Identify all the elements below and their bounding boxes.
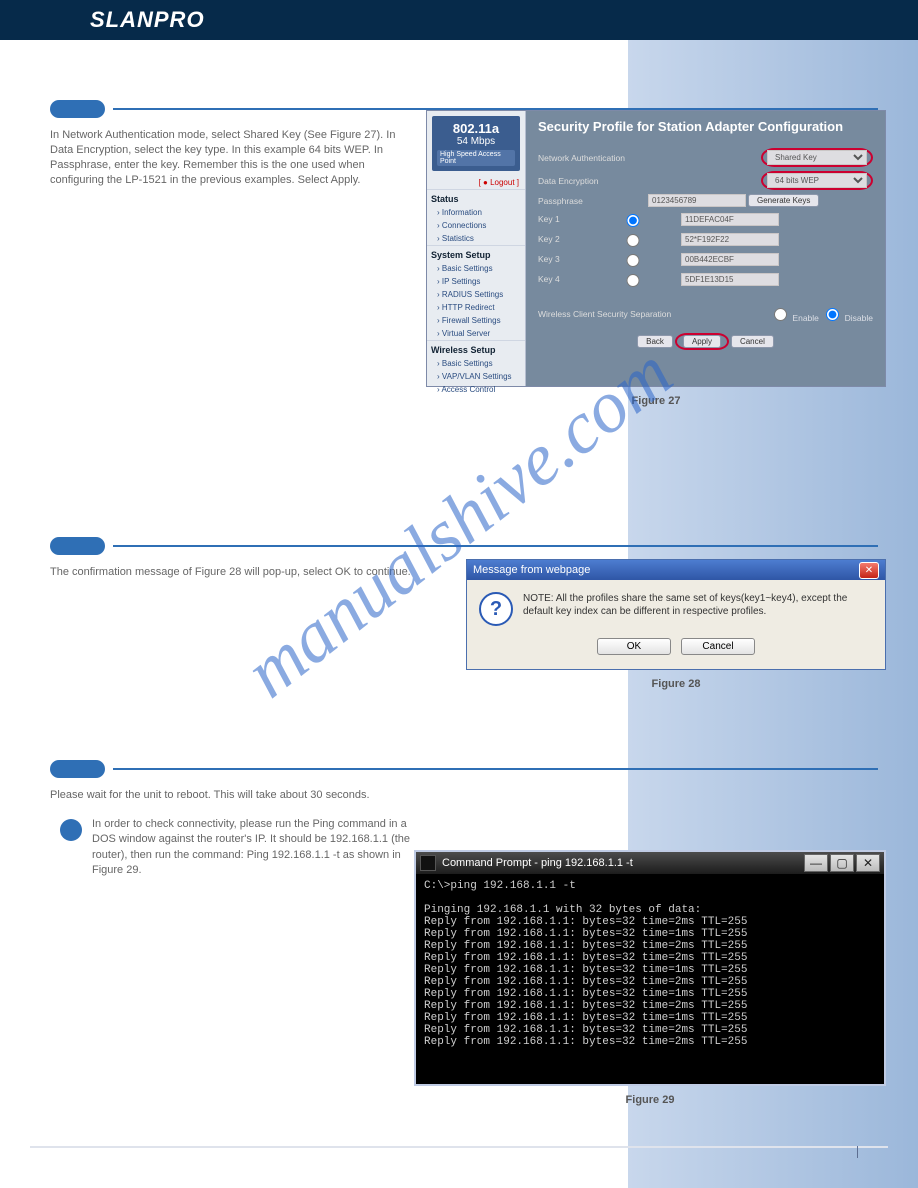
input-key[interactable] xyxy=(681,233,779,246)
step27-pill xyxy=(50,100,105,118)
nav-item[interactable]: › Information xyxy=(427,206,525,219)
brand-logo: SLANPRO xyxy=(90,7,205,33)
nav-group: Wireless Setup xyxy=(427,340,525,357)
nav-item[interactable]: › Connections xyxy=(427,219,525,232)
close-window-icon[interactable]: ✕ xyxy=(856,854,880,872)
radio-key-select[interactable] xyxy=(588,234,678,247)
generate-keys-button[interactable]: Generate Keys xyxy=(748,194,819,207)
nav-item[interactable]: › RADIUS Settings xyxy=(427,288,525,301)
label-dataenc: Data Encryption xyxy=(538,176,648,186)
step30-bullet xyxy=(60,819,82,841)
nav-item[interactable]: › Basic Settings xyxy=(427,262,525,275)
label-key: Key 1 xyxy=(538,214,583,224)
input-key[interactable] xyxy=(681,213,779,226)
select-network-auth[interactable]: Shared Key xyxy=(767,150,867,165)
badge-speed: 54 Mbps xyxy=(457,136,495,147)
logout-link[interactable]: [ ● Logout ] xyxy=(427,176,525,189)
cancel-button[interactable]: Cancel xyxy=(731,335,774,348)
footer-tick xyxy=(857,1146,858,1158)
step28-header xyxy=(50,537,878,555)
footer-rule xyxy=(30,1146,888,1148)
figure27-screenshot: 802.11a 54 Mbps High Speed Access Point … xyxy=(426,110,886,387)
minimize-icon[interactable]: — xyxy=(804,854,828,872)
figure29-terminal: Command Prompt - ping 192.168.1.1 -t — ▢… xyxy=(414,850,886,1086)
step27-text: In Network Authentication mode, select S… xyxy=(50,128,420,187)
dialog-cancel-button[interactable]: Cancel xyxy=(681,638,755,655)
step28-text: The confirmation message of Figure 28 wi… xyxy=(50,565,420,580)
label-wcs: Wireless Client Security Separation xyxy=(538,309,708,319)
question-icon: ? xyxy=(479,592,513,626)
nav-item[interactable]: › Firewall Settings xyxy=(427,314,525,327)
dialog-title: Message from webpage xyxy=(473,564,590,576)
step28-pill xyxy=(50,537,105,555)
badge-type: High Speed Access Point xyxy=(437,150,515,166)
input-passphrase[interactable] xyxy=(648,194,746,207)
panel-title: Security Profile for Station Adapter Con… xyxy=(538,119,873,134)
step30-text: In order to check connectivity, please r… xyxy=(92,817,422,879)
step28-rule xyxy=(113,545,878,547)
figure29-caption: Figure 29 xyxy=(414,1094,886,1106)
maximize-icon[interactable]: ▢ xyxy=(830,854,854,872)
cmd-title: Command Prompt - ping 192.168.1.1 -t xyxy=(442,857,633,869)
cmd-icon xyxy=(420,855,436,871)
nav-item[interactable]: › Basic Settings xyxy=(427,357,525,370)
radio-key-select[interactable] xyxy=(588,274,678,287)
nav-item[interactable]: › Virtual Server xyxy=(427,327,525,340)
radio-key-select[interactable] xyxy=(588,214,678,227)
nav-item[interactable]: › IP Settings xyxy=(427,275,525,288)
input-key[interactable] xyxy=(681,273,779,286)
nav-item[interactable]: › Statistics xyxy=(427,232,525,245)
terminal-output: C:\>ping 192.168.1.1 -t Pinging 192.168.… xyxy=(416,874,884,1084)
device-badge: 802.11a 54 Mbps High Speed Access Point xyxy=(432,116,520,171)
step29-pill xyxy=(50,760,105,778)
step29-rule xyxy=(113,768,878,770)
label-key: Key 2 xyxy=(538,234,583,244)
header-bar: SLANPRO xyxy=(0,0,918,40)
radio-enable[interactable]: Enable xyxy=(769,313,819,323)
apply-button[interactable]: Apply xyxy=(683,335,721,348)
radio-disable[interactable]: Disable xyxy=(821,313,873,323)
figure27-caption: Figure 27 xyxy=(426,395,886,407)
radio-key-select[interactable] xyxy=(588,254,678,267)
nav-item[interactable]: › HTTP Redirect xyxy=(427,301,525,314)
select-data-encryption[interactable]: 64 bits WEP xyxy=(767,173,867,188)
nav-item[interactable]: › VAP/VLAN Settings xyxy=(427,370,525,383)
dialog-message: NOTE: All the profiles share the same se… xyxy=(523,592,873,626)
step29-text: Please wait for the unit to reboot. This… xyxy=(50,788,420,803)
input-key[interactable] xyxy=(681,253,779,266)
dialog-ok-button[interactable]: OK xyxy=(597,638,671,655)
close-icon[interactable]: ✕ xyxy=(859,562,879,579)
figure28-caption: Figure 28 xyxy=(466,678,886,690)
badge-standard: 802.11a xyxy=(453,121,499,136)
figure28-dialog: Message from webpage ✕ ? NOTE: All the p… xyxy=(466,559,886,670)
label-passphrase: Passphrase xyxy=(538,196,648,206)
label-key: Key 3 xyxy=(538,254,583,264)
step29-header xyxy=(50,760,878,778)
back-button[interactable]: Back xyxy=(637,335,673,348)
label-key: Key 4 xyxy=(538,274,583,284)
nav-item[interactable]: › Access Control xyxy=(427,383,525,396)
nav-group: Status xyxy=(427,189,525,206)
label-netauth: Network Authentication xyxy=(538,153,648,163)
nav-group: System Setup xyxy=(427,245,525,262)
